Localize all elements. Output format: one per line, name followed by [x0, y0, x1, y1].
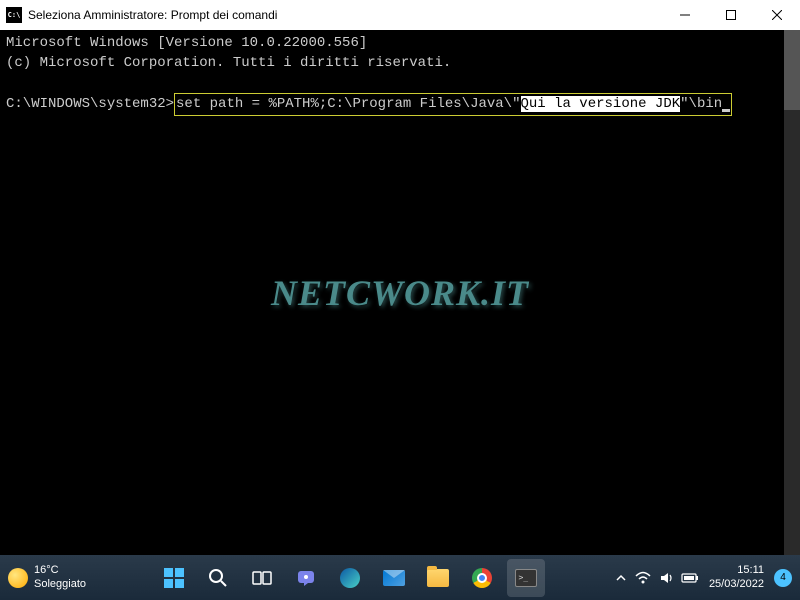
clock[interactable]: 15:11 25/03/2022	[709, 564, 764, 590]
chat-icon	[296, 568, 316, 588]
minimize-button[interactable]	[662, 0, 708, 30]
system-tray: 15:11 25/03/2022 4	[615, 564, 792, 590]
maximize-button[interactable]	[708, 0, 754, 30]
folder-icon	[427, 569, 449, 587]
windows-logo-icon	[164, 568, 184, 588]
scrollbar-thumb[interactable]	[784, 30, 800, 110]
command-highlight: set path = %PATH%;C:\Program Files\Java\…	[174, 93, 732, 117]
battery-icon[interactable]	[681, 572, 699, 584]
command-text: set path = %PATH%;C:\Program Files\Java\…	[176, 96, 520, 112]
weather-temp: 16°C	[34, 564, 86, 577]
taskbar: 16°C Soleggiato >_	[0, 555, 800, 600]
wifi-icon[interactable]	[635, 571, 651, 585]
mail-button[interactable]	[375, 559, 413, 597]
cursor	[722, 109, 730, 112]
weather-widget[interactable]: 16°C Soleggiato	[8, 564, 86, 590]
start-button[interactable]	[155, 559, 193, 597]
clock-time: 15:11	[737, 564, 764, 577]
watermark: NETCWORK.IT	[271, 272, 529, 314]
terminal-line	[6, 73, 794, 93]
scrollbar[interactable]	[784, 30, 800, 555]
cmd-taskbar-button[interactable]: >_	[507, 559, 545, 597]
tray-icons	[615, 571, 699, 585]
notification-badge[interactable]: 4	[774, 569, 792, 587]
search-button[interactable]	[199, 559, 237, 597]
terminal-line: (c) Microsoft Corporation. Tutti i dirit…	[6, 54, 794, 74]
chrome-button[interactable]	[463, 559, 501, 597]
explorer-button[interactable]	[419, 559, 457, 597]
chrome-icon	[472, 568, 492, 588]
titlebar: C:\ Seleziona Amministratore: Prompt dei…	[0, 0, 800, 30]
cmd-window-icon: C:\	[6, 7, 22, 23]
taskbar-center: >_	[86, 559, 615, 597]
close-button[interactable]	[754, 0, 800, 30]
window-controls	[662, 0, 800, 30]
weather-condition: Soleggiato	[34, 578, 86, 591]
command-text: "\bin	[680, 96, 722, 112]
selected-text: Qui la versione JDK	[521, 96, 681, 112]
clock-date: 25/03/2022	[709, 578, 764, 591]
edge-icon	[340, 568, 360, 588]
edge-button[interactable]	[331, 559, 369, 597]
task-view-icon	[252, 568, 272, 588]
chat-button[interactable]	[287, 559, 325, 597]
terminal-area[interactable]: Microsoft Windows [Versione 10.0.22000.5…	[0, 30, 800, 555]
chevron-up-icon[interactable]	[615, 572, 627, 584]
sun-icon	[8, 568, 28, 588]
cmd-icon: >_	[515, 569, 537, 587]
volume-icon[interactable]	[659, 571, 673, 585]
terminal-line: Microsoft Windows [Versione 10.0.22000.5…	[6, 34, 794, 54]
task-view-button[interactable]	[243, 559, 281, 597]
mail-icon	[383, 570, 405, 586]
window-title: Seleziona Amministratore: Prompt dei com…	[28, 8, 662, 22]
search-icon	[208, 568, 228, 588]
prompt-path: C:\WINDOWS\system32>	[6, 96, 174, 112]
terminal-prompt-line: C:\WINDOWS\system32>set path = %PATH%;C:…	[6, 93, 794, 117]
